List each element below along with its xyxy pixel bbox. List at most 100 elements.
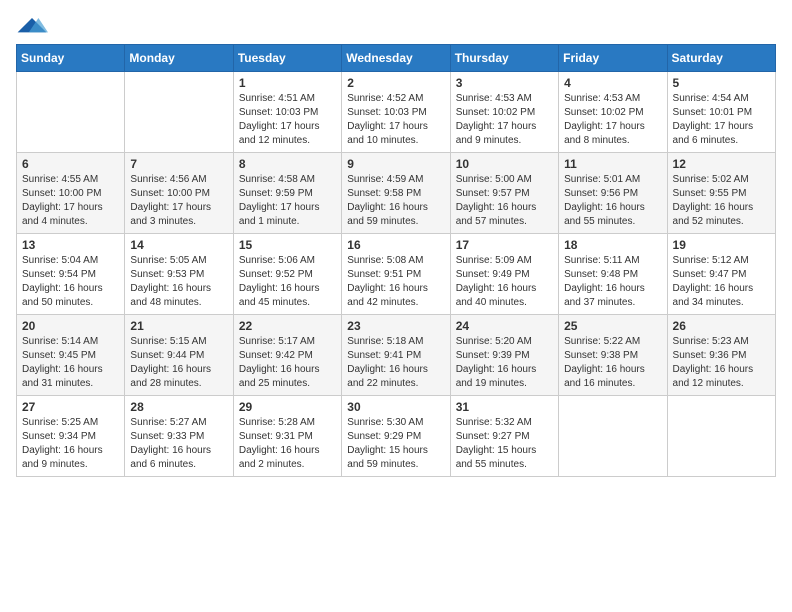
day-info: Sunrise: 5:11 AM Sunset: 9:48 PM Dayligh… (564, 254, 661, 310)
calendar-day-cell: 18Sunrise: 5:11 AM Sunset: 9:48 PM Dayli… (559, 234, 667, 315)
day-number: 14 (130, 238, 227, 252)
day-number: 5 (673, 76, 770, 90)
calendar-day-cell: 28Sunrise: 5:27 AM Sunset: 9:33 PM Dayli… (125, 396, 233, 477)
day-info: Sunrise: 5:27 AM Sunset: 9:33 PM Dayligh… (130, 416, 227, 472)
day-info: Sunrise: 4:53 AM Sunset: 10:02 PM Daylig… (564, 92, 661, 148)
calendar-day-cell: 14 Sunrise: 5:05 AM Sunset: 9:53 PM Dayli… (125, 234, 233, 315)
logo-icon (16, 16, 48, 36)
day-number: 2 (347, 76, 444, 90)
day-info: Sunrise: 5:14 AM Sunset: 9:45 PM Dayligh… (22, 335, 119, 391)
day-number: 10 (456, 157, 553, 171)
calendar-day-cell: 6Sunrise: 4:55 AM Sunset: 10:00 PM Dayli… (17, 153, 125, 234)
calendar-day-cell: 1 Sunrise: 4:51 AM Sunset: 10:03 PM Dayli… (233, 72, 341, 153)
calendar-day-cell: 2 Sunrise: 4:52 AM Sunset: 10:03 PM Dayli… (342, 72, 450, 153)
day-info: Sunrise: 5:32 AM Sunset: 9:27 PM Dayligh… (456, 416, 553, 472)
day-number: 21 (130, 319, 227, 333)
calendar-day-cell: 15Sunrise: 5:06 AM Sunset: 9:52 PM Dayli… (233, 234, 341, 315)
day-number: 26 (673, 319, 770, 333)
day-number: 1 (239, 76, 336, 90)
day-info: Sunrise: 5:30 AM Sunset: 9:29 PM Dayligh… (347, 416, 444, 472)
calendar-day-cell: 13 Sunrise: 5:04 AM Sunset: 9:54 PM Dayli… (17, 234, 125, 315)
day-number: 20 (22, 319, 119, 333)
calendar-day-cell: 5 Sunrise: 4:54 AM Sunset: 10:01 PM Dayli… (667, 72, 775, 153)
calendar-day-cell: 31 Sunrise: 5:32 AM Sunset: 9:27 PM Dayli… (450, 396, 558, 477)
day-number: 27 (22, 400, 119, 414)
day-info: Sunrise: 5:01 AM Sunset: 9:56 PM Dayligh… (564, 173, 661, 229)
calendar-week-row: 20 Sunrise: 5:14 AM Sunset: 9:45 PM Dayli… (17, 315, 776, 396)
day-info: Sunrise: 5:09 AM Sunset: 9:49 PM Dayligh… (456, 254, 553, 310)
day-info: Sunrise: 4:52 AM Sunset: 10:03 PM Daylig… (347, 92, 444, 148)
calendar-day-cell: 4 Sunrise: 4:53 AM Sunset: 10:02 PM Dayli… (559, 72, 667, 153)
calendar-day-cell: 11 Sunrise: 5:01 AM Sunset: 9:56 PM Dayli… (559, 153, 667, 234)
day-number: 9 (347, 157, 444, 171)
calendar-week-row: 13 Sunrise: 5:04 AM Sunset: 9:54 PM Dayli… (17, 234, 776, 315)
day-info: Sunrise: 5:04 AM Sunset: 9:54 PM Dayligh… (22, 254, 119, 310)
day-number: 19 (673, 238, 770, 252)
day-info: Sunrise: 5:22 AM Sunset: 9:38 PM Dayligh… (564, 335, 661, 391)
calendar-day-cell (559, 396, 667, 477)
day-info: Sunrise: 4:59 AM Sunset: 9:58 PM Dayligh… (347, 173, 444, 229)
calendar-day-cell: 20 Sunrise: 5:14 AM Sunset: 9:45 PM Dayli… (17, 315, 125, 396)
day-number: 17 (456, 238, 553, 252)
day-info: Sunrise: 5:18 AM Sunset: 9:41 PM Dayligh… (347, 335, 444, 391)
day-number: 29 (239, 400, 336, 414)
day-of-week-header: Wednesday (342, 45, 450, 72)
day-of-week-header: Saturday (667, 45, 775, 72)
day-number: 4 (564, 76, 661, 90)
calendar-header-row: SundayMondayTuesdayWednesdayThursdayFrid… (17, 45, 776, 72)
day-info: Sunrise: 4:58 AM Sunset: 9:59 PM Dayligh… (239, 173, 336, 229)
day-of-week-header: Sunday (17, 45, 125, 72)
calendar-day-cell: 19Sunrise: 5:12 AM Sunset: 9:47 PM Dayli… (667, 234, 775, 315)
calendar-day-cell (667, 396, 775, 477)
day-info: Sunrise: 5:15 AM Sunset: 9:44 PM Dayligh… (130, 335, 227, 391)
day-number: 16 (347, 238, 444, 252)
day-of-week-header: Monday (125, 45, 233, 72)
calendar-day-cell: 29 Sunrise: 5:28 AM Sunset: 9:31 PM Dayli… (233, 396, 341, 477)
calendar-day-cell: 9 Sunrise: 4:59 AM Sunset: 9:58 PM Daylig… (342, 153, 450, 234)
page-header (16, 16, 776, 36)
day-of-week-header: Tuesday (233, 45, 341, 72)
day-number: 7 (130, 157, 227, 171)
day-info: Sunrise: 5:23 AM Sunset: 9:36 PM Dayligh… (673, 335, 770, 391)
calendar-day-cell: 10 Sunrise: 5:00 AM Sunset: 9:57 PM Dayli… (450, 153, 558, 234)
day-info: Sunrise: 5:08 AM Sunset: 9:51 PM Dayligh… (347, 254, 444, 310)
day-number: 15 (239, 238, 336, 252)
day-number: 6 (22, 157, 119, 171)
calendar-week-row: 6Sunrise: 4:55 AM Sunset: 10:00 PM Dayli… (17, 153, 776, 234)
calendar-day-cell: 3 Sunrise: 4:53 AM Sunset: 10:02 PM Dayli… (450, 72, 558, 153)
calendar-day-cell: 21 Sunrise: 5:15 AM Sunset: 9:44 PM Dayli… (125, 315, 233, 396)
day-info: Sunrise: 5:05 AM Sunset: 9:53 PM Dayligh… (130, 254, 227, 310)
day-number: 13 (22, 238, 119, 252)
calendar-week-row: 27 Sunrise: 5:25 AM Sunset: 9:34 PM Dayli… (17, 396, 776, 477)
calendar-day-cell: 7 Sunrise: 4:56 AM Sunset: 10:00 PM Dayli… (125, 153, 233, 234)
calendar-day-cell: 22 Sunrise: 5:17 AM Sunset: 9:42 PM Dayli… (233, 315, 341, 396)
day-info: Sunrise: 5:17 AM Sunset: 9:42 PM Dayligh… (239, 335, 336, 391)
calendar-day-cell (125, 72, 233, 153)
day-number: 23 (347, 319, 444, 333)
day-of-week-header: Thursday (450, 45, 558, 72)
calendar-day-cell: 23 Sunrise: 5:18 AM Sunset: 9:41 PM Dayli… (342, 315, 450, 396)
day-number: 24 (456, 319, 553, 333)
calendar-day-cell: 25 Sunrise: 5:22 AM Sunset: 9:38 PM Dayli… (559, 315, 667, 396)
calendar-day-cell: 24Sunrise: 5:20 AM Sunset: 9:39 PM Dayli… (450, 315, 558, 396)
day-info: Sunrise: 4:56 AM Sunset: 10:00 PM Daylig… (130, 173, 227, 229)
calendar-day-cell: 8Sunrise: 4:58 AM Sunset: 9:59 PM Daylig… (233, 153, 341, 234)
day-info: Sunrise: 5:02 AM Sunset: 9:55 PM Dayligh… (673, 173, 770, 229)
day-info: Sunrise: 5:00 AM Sunset: 9:57 PM Dayligh… (456, 173, 553, 229)
day-info: Sunrise: 5:25 AM Sunset: 9:34 PM Dayligh… (22, 416, 119, 472)
day-info: Sunrise: 5:28 AM Sunset: 9:31 PM Dayligh… (239, 416, 336, 472)
calendar-day-cell: 30Sunrise: 5:30 AM Sunset: 9:29 PM Dayli… (342, 396, 450, 477)
day-info: Sunrise: 4:53 AM Sunset: 10:02 PM Daylig… (456, 92, 553, 148)
calendar-day-cell: 26 Sunrise: 5:23 AM Sunset: 9:36 PM Dayli… (667, 315, 775, 396)
day-info: Sunrise: 4:51 AM Sunset: 10:03 PM Daylig… (239, 92, 336, 148)
day-number: 3 (456, 76, 553, 90)
day-number: 11 (564, 157, 661, 171)
calendar-day-cell: 12 Sunrise: 5:02 AM Sunset: 9:55 PM Dayli… (667, 153, 775, 234)
day-number: 25 (564, 319, 661, 333)
calendar-week-row: 1 Sunrise: 4:51 AM Sunset: 10:03 PM Dayli… (17, 72, 776, 153)
day-number: 22 (239, 319, 336, 333)
day-number: 12 (673, 157, 770, 171)
day-number: 31 (456, 400, 553, 414)
calendar-day-cell: 16 Sunrise: 5:08 AM Sunset: 9:51 PM Dayli… (342, 234, 450, 315)
day-info: Sunrise: 4:54 AM Sunset: 10:01 PM Daylig… (673, 92, 770, 148)
